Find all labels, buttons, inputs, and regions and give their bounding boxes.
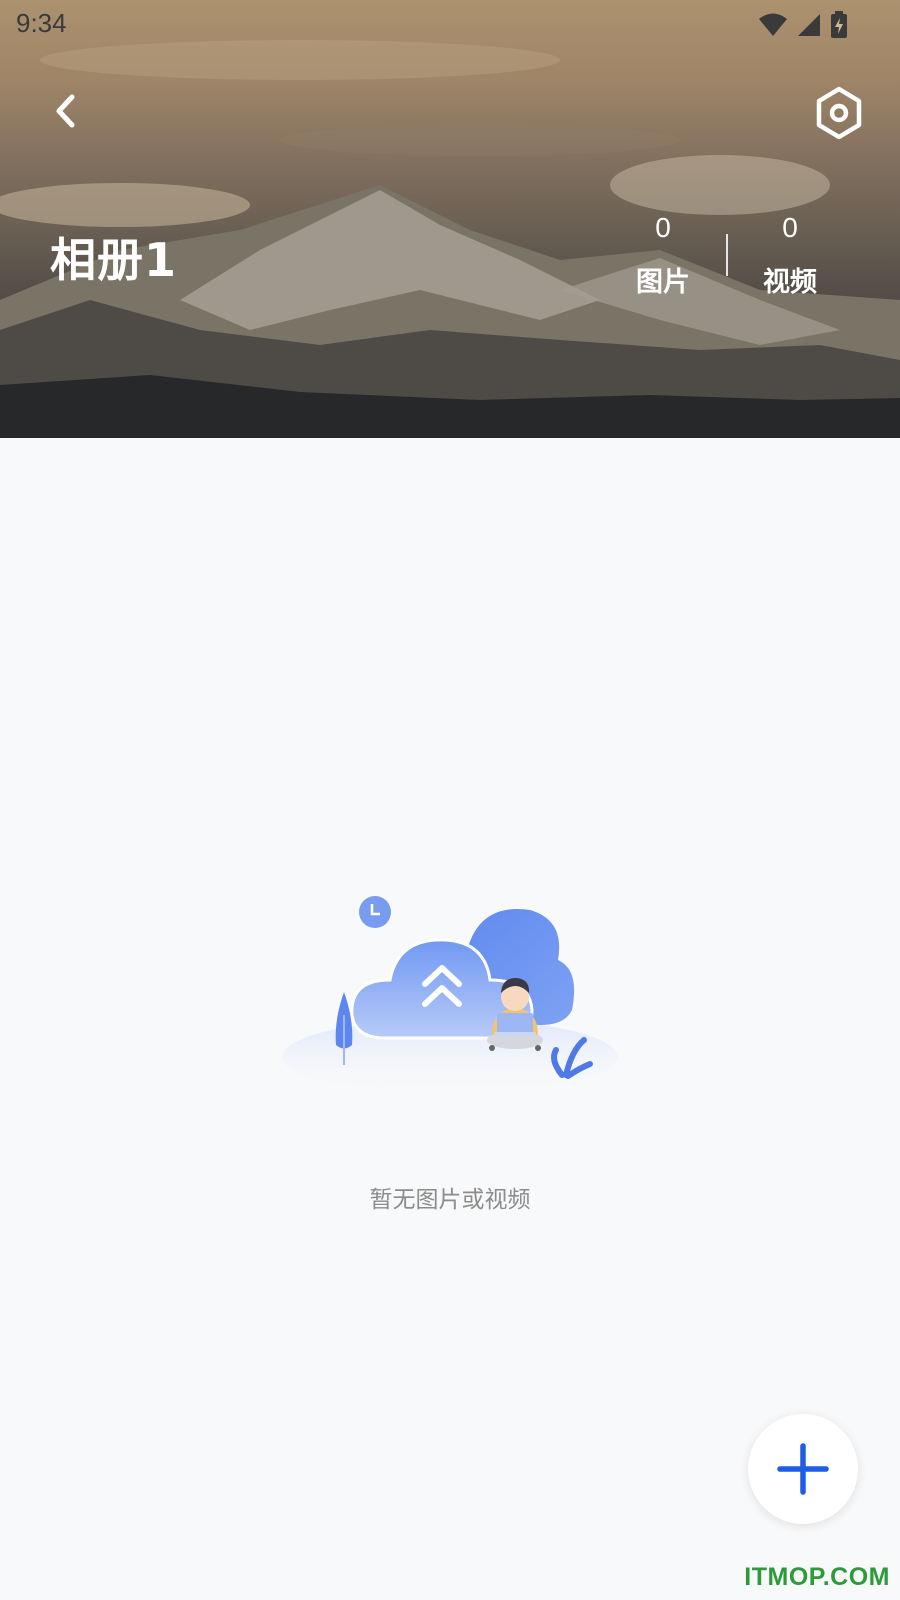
settings-button[interactable]: [812, 86, 866, 140]
chevron-left-icon: [56, 94, 75, 128]
add-media-button[interactable]: [748, 1414, 858, 1524]
video-label: 视频: [763, 267, 817, 298]
empty-state-message: 暂无图片或视频: [369, 1187, 531, 1213]
album-title: 相册1: [50, 233, 178, 287]
plus-icon: [777, 1443, 829, 1495]
stat-divider: [726, 234, 728, 276]
photo-count: 0: [655, 212, 671, 243]
wifi-icon: [759, 13, 787, 36]
signal-icon: [798, 14, 820, 36]
back-button[interactable]: [42, 88, 88, 134]
watermark-text: ITMOP.COM: [744, 1563, 890, 1591]
photo-label: 图片: [636, 267, 690, 298]
battery-charging-icon: [831, 11, 847, 38]
video-count: 0: [782, 212, 798, 243]
video-count-stat: 0 视频: [740, 212, 840, 299]
photo-count-stat: 0 图片: [613, 212, 713, 299]
cloud-upload-person-illustration: [282, 896, 618, 1095]
hexagon-settings-icon: [816, 86, 862, 140]
status-time: 9:34: [16, 8, 67, 38]
status-bar: 9:34: [0, 0, 900, 50]
status-icons: [758, 10, 848, 40]
